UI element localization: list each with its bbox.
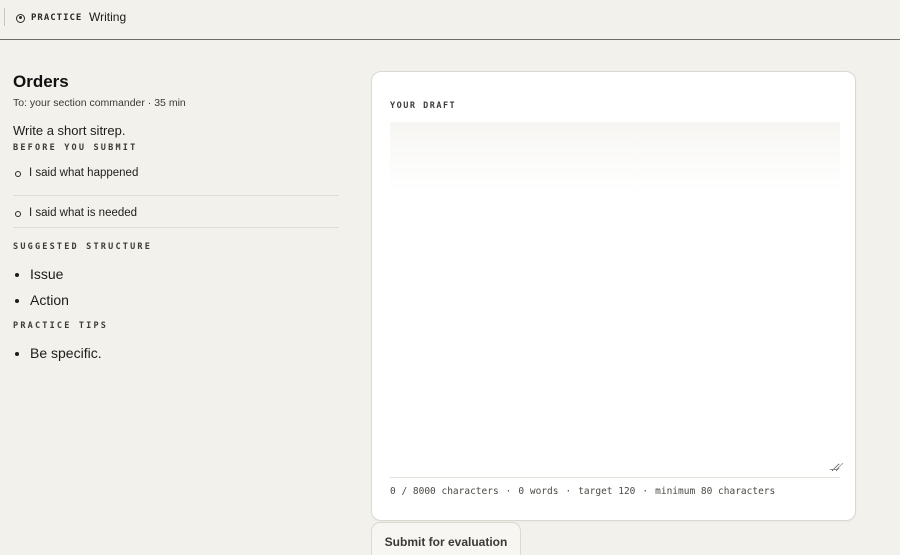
before-submit-label: BEFORE YOU SUBMIT (13, 143, 138, 153)
counter-separator: · (642, 486, 649, 497)
checklist-item[interactable]: I said what happened (13, 165, 339, 196)
character-count: 0 / 8000 characters (390, 486, 499, 497)
brand-label: PRACTICE (31, 13, 83, 23)
topbar-edge-divider (4, 8, 5, 26)
word-count: 0 words (518, 486, 559, 497)
brand[interactable]: PRACTICE (16, 11, 82, 25)
checklist-item-label: I said what is needed (29, 207, 138, 219)
practice-tips-label: PRACTICE TIPS (13, 321, 109, 331)
nav-item-writing[interactable]: Writing (89, 10, 126, 24)
draft-label: YOUR DRAFT (390, 101, 457, 111)
unchecked-circle-icon (15, 171, 21, 177)
suggested-structure-label: SUGGESTED STRUCTURE (13, 242, 153, 252)
checklist-item[interactable]: I said what is needed (13, 196, 339, 228)
draft-divider (390, 477, 840, 478)
target-icon (16, 13, 25, 23)
list-item: Action (30, 292, 339, 318)
checklist-item-label: I said what happened (29, 167, 139, 179)
orders-meta: To: your section commander · 35 min (13, 97, 186, 109)
minimum-count: minimum 80 characters (655, 486, 776, 497)
draft-counter: 0 / 8000 characters · 0 words · target 1… (390, 486, 775, 497)
task-prompt: Write a short sitrep. (13, 123, 126, 138)
counter-separator: · (505, 486, 512, 497)
before-submit-checklist: I said what happened I said what is need… (13, 165, 339, 228)
practice-tips-list: Be specific. (13, 345, 339, 371)
orders-title: Orders (13, 72, 69, 91)
draft-card: YOUR DRAFT 0 / 8000 characters · 0 words… (371, 71, 856, 521)
list-item: Issue (30, 266, 339, 292)
list-item: Be specific. (30, 345, 339, 371)
draft-textarea[interactable] (390, 122, 840, 472)
submit-button[interactable]: Submit for evaluation (371, 522, 521, 555)
target-count: target 120 (578, 486, 636, 497)
suggested-structure-list: Issue Action (13, 266, 339, 318)
orders-panel: Orders To: your section commander · 35 m… (13, 72, 339, 371)
counter-separator: · (565, 486, 572, 497)
top-bar: PRACTICE Writing (0, 0, 900, 40)
unchecked-circle-icon (15, 211, 21, 217)
